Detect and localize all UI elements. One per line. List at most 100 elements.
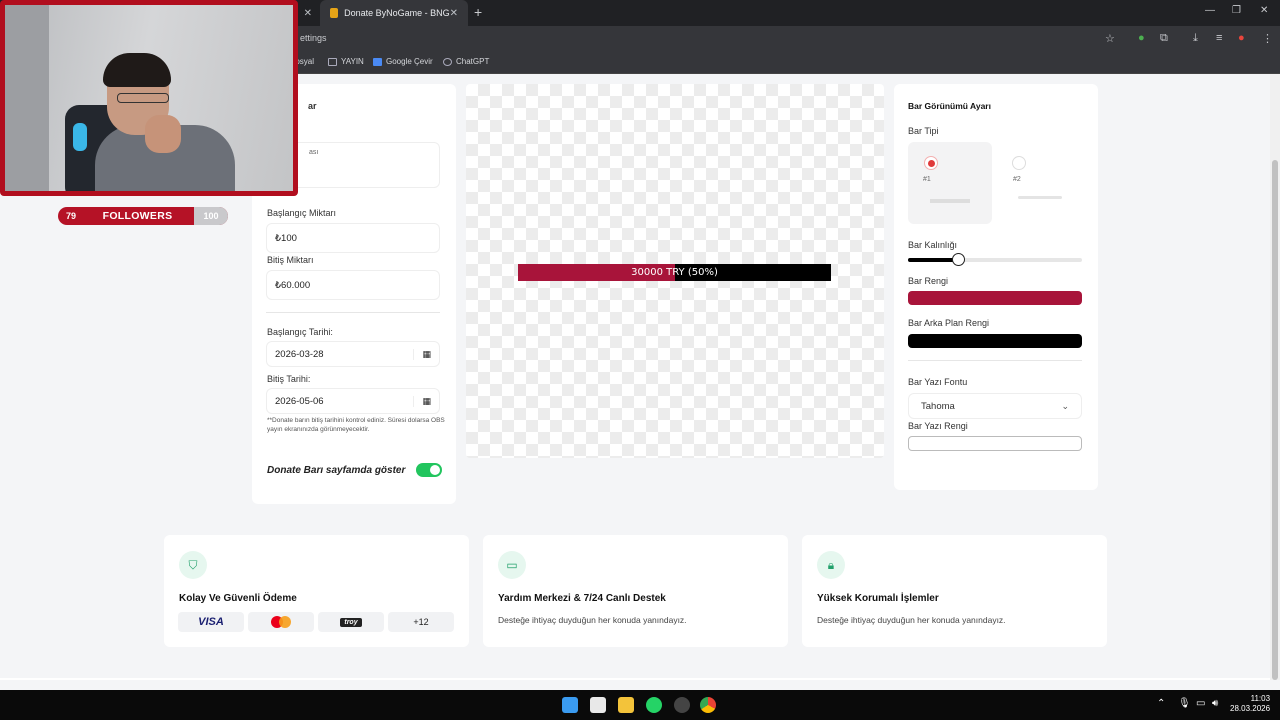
- bar-type-option-2[interactable]: #2: [998, 142, 1082, 224]
- bookmark-folder-yayin[interactable]: YAYIN: [328, 57, 364, 66]
- slider-handle[interactable]: [952, 253, 966, 266]
- thickness-slider[interactable]: [908, 253, 1082, 266]
- taskbar-clock[interactable]: 11:03 28.03.2026: [1230, 694, 1270, 714]
- url-text[interactable]: ettings: [300, 33, 327, 43]
- bar-preview-area: 30000 TRY (50%): [466, 84, 884, 458]
- scrollbar-thumb[interactable]: [1272, 160, 1278, 680]
- webcam-person-hand: [145, 115, 181, 153]
- bar-bg-color-label: Bar Arka Plan Rengi: [908, 318, 990, 328]
- show-bar-toggle[interactable]: [416, 463, 442, 477]
- bar-color-picker[interactable]: [908, 291, 1082, 305]
- volume-icon[interactable]: 🔊︎: [1212, 698, 1218, 709]
- text-color-label: Bar Yazı Rengi: [908, 421, 968, 431]
- font-select-value: Tahoma: [921, 400, 955, 412]
- browser-tab-active[interactable]: Donate ByNoGame - BNG Strea ✕: [320, 0, 468, 26]
- bar-type-option-1[interactable]: #1: [908, 142, 992, 224]
- mastercard-logo: [248, 612, 314, 632]
- radio-unselected[interactable]: [1012, 156, 1026, 170]
- start-amount-label: Başlangıç Miktarı: [267, 208, 337, 218]
- whatsapp-icon[interactable]: [646, 697, 662, 713]
- calendar-icon[interactable]: ▦: [413, 395, 431, 407]
- chevron-down-icon: ⌄: [1061, 400, 1069, 411]
- bookmark-star-icon[interactable]: ☆: [1105, 32, 1115, 45]
- thickness-label: Bar Kalınlığı: [908, 240, 958, 250]
- bar-color-label: Bar Rengi: [908, 276, 949, 286]
- end-amount-input[interactable]: ₺60.000: [266, 270, 440, 300]
- translate-icon: [373, 57, 382, 66]
- more-payments-badge: +12: [388, 612, 454, 632]
- media-icon[interactable]: ≡: [1216, 32, 1222, 44]
- font-label: Bar Yazı Fontu: [908, 377, 968, 387]
- network-icon[interactable]: ▭: [1196, 698, 1205, 709]
- download-icon[interactable]: ⤓: [1193, 32, 1198, 45]
- progress-text: 30000 TRY (50%): [631, 267, 718, 278]
- divider: [908, 360, 1082, 361]
- extensions-icon[interactable]: ⧉: [1160, 32, 1168, 45]
- profile-avatar-icon[interactable]: ●: [1238, 32, 1245, 44]
- radio-selected[interactable]: [924, 156, 938, 170]
- troy-logo: troy: [318, 612, 384, 632]
- card-title: ar: [308, 101, 317, 111]
- tab-close-icon[interactable]: ✕: [304, 8, 312, 19]
- show-bar-toggle-label: Donate Barı sayfamda göster: [267, 465, 406, 476]
- tray-chevron-up-icon[interactable]: ⌃: [1157, 698, 1165, 709]
- followers-goal-badge: 79 FOLLOWERS 100: [58, 207, 228, 225]
- windows-start-icon[interactable]: [562, 697, 578, 713]
- followers-goal: 100: [194, 207, 228, 225]
- end-date-warning: **Donate barın bitiş tarihini kontrol ed…: [267, 417, 445, 433]
- bookmark-label: Google Çevir: [386, 57, 433, 66]
- page-scrollbar[interactable]: [1270, 74, 1280, 680]
- microphone-icon[interactable]: 🎙︎: [1178, 698, 1191, 709]
- extension-shield-icon[interactable]: ●: [1138, 32, 1145, 44]
- bookmark-chatgpt[interactable]: ChatGPT: [443, 57, 489, 66]
- calendar-icon[interactable]: ▦: [413, 348, 431, 360]
- obs-icon[interactable]: [674, 697, 690, 713]
- start-amount-value: ₺100: [275, 232, 297, 244]
- visa-logo: VISA: [178, 612, 244, 632]
- webcam-overlay: [0, 0, 298, 196]
- feature-description: Desteğe ihtiyaç duyduğun her konuda yanı…: [817, 615, 1006, 625]
- type-1-preview: [930, 199, 970, 203]
- donate-progress-bar: 30000 TRY (50%): [518, 264, 831, 281]
- feature-description: Desteğe ihtiyaç duyduğun her konuda yanı…: [498, 615, 687, 625]
- chrome-icon[interactable]: [700, 697, 716, 713]
- new-tab-icon[interactable]: +: [474, 4, 482, 20]
- file-explorer-icon[interactable]: [618, 697, 634, 713]
- folder-icon: [328, 57, 337, 66]
- end-amount-label: Bitiş Miktarı: [267, 255, 314, 265]
- textarea-text: ası: [309, 149, 319, 156]
- tab-close-icon[interactable]: ✕: [450, 8, 458, 19]
- end-date-label: Bitiş Tarihi:: [267, 374, 311, 384]
- mastercard-circles-icon: [271, 616, 291, 628]
- feature-title: Kolay Ve Güvenli Ödeme: [179, 593, 297, 604]
- followers-current: 79: [65, 211, 76, 221]
- followers-label: FOLLOWERS: [102, 210, 173, 222]
- start-amount-input[interactable]: ₺100: [266, 223, 440, 253]
- webcam-chair-light: [73, 123, 87, 151]
- end-amount-value: ₺60.000: [275, 279, 311, 291]
- type-1-label: #1: [923, 176, 931, 183]
- end-date-value: 2026-05-06: [275, 395, 324, 407]
- text-color-picker[interactable]: [908, 436, 1082, 451]
- bookmark-label: ChatGPT: [456, 57, 490, 66]
- bar-appearance-card: Bar Görünümü Ayarı Bar Tipi #1 #2 Bar Ka…: [894, 84, 1098, 490]
- bookmark-label: YAYIN: [341, 57, 364, 66]
- feature-card-secure-payment: ⛉ Kolay Ve Güvenli Ödeme VISA troy +12: [164, 535, 469, 647]
- font-select[interactable]: Tahoma ⌄: [908, 393, 1082, 419]
- divider: [266, 312, 440, 313]
- close-window-icon[interactable]: ✕: [1260, 5, 1268, 16]
- clock-date: 28.03.2026: [1230, 704, 1271, 713]
- minimize-icon[interactable]: —: [1205, 5, 1215, 16]
- bar-bg-color-picker[interactable]: [908, 334, 1082, 348]
- calendar-app-icon[interactable]: [590, 697, 606, 713]
- restore-icon[interactable]: ❐: [1232, 5, 1241, 16]
- page-footer-strip: [0, 678, 1270, 680]
- shield-check-icon: ⛉: [179, 551, 207, 579]
- start-date-input[interactable]: 2026-03-28 ▦: [266, 341, 440, 367]
- feature-title: Yüksek Korumalı İşlemler: [817, 593, 939, 604]
- tab-title: Donate ByNoGame - BNG Strea: [344, 8, 450, 18]
- webcam-person-hair: [103, 53, 171, 87]
- menu-icon[interactable]: ⋮: [1262, 32, 1273, 45]
- bookmark-google-translate[interactable]: Google Çevir: [373, 57, 433, 66]
- end-date-input[interactable]: 2026-05-06 ▦: [266, 388, 440, 414]
